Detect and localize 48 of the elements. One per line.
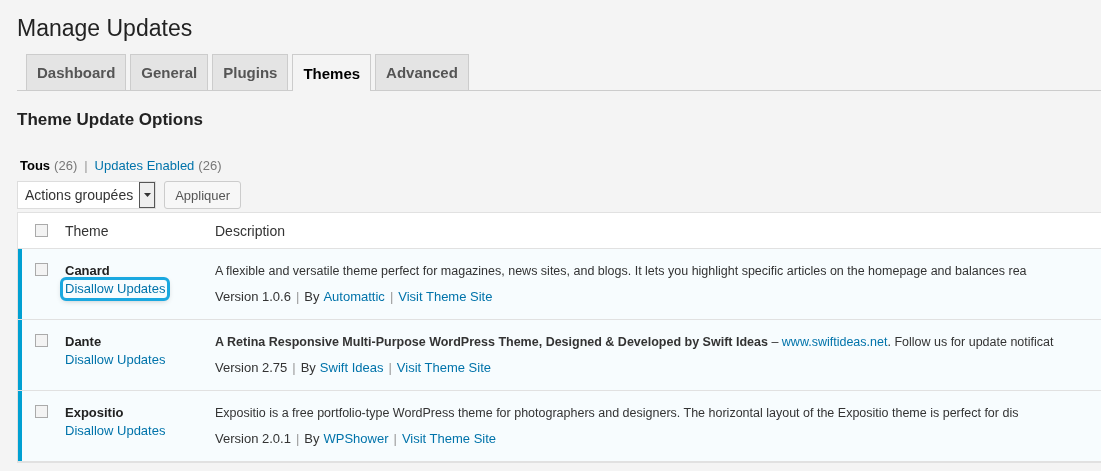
tab[interactable]: Plugins [212, 54, 289, 90]
theme-name: Expositio [65, 404, 125, 422]
filter-count: (26) [198, 157, 222, 175]
disallow-updates-link[interactable]: Disallow Updates [63, 280, 168, 298]
theme-site-link[interactable]: Visit Theme Site [396, 360, 491, 375]
theme-description: Expositio is a free portfolio-type WordPress theme for photographers and designers. The horizontal layout of the Expositio theme is perfect for dis [215, 405, 1020, 422]
page-title: Manage Updates [17, 14, 194, 43]
separator: | [389, 289, 394, 304]
apply-button[interactable]: Appliquer [164, 181, 242, 209]
tab[interactable]: Advanced [375, 54, 469, 90]
row-checkbox[interactable] [35, 263, 48, 276]
row-checkbox[interactable] [35, 334, 48, 347]
column-header: Theme [65, 222, 110, 239]
theme-site-link[interactable]: Visit Theme Site [401, 431, 497, 446]
section-title: Theme Update Options [17, 109, 205, 131]
author-link[interactable]: Swift Ideas [319, 360, 384, 375]
column-header: Description [215, 222, 287, 239]
separator: | [393, 431, 397, 446]
author-link[interactable]: WPShower [323, 431, 389, 446]
row-checkbox[interactable] [35, 405, 48, 418]
version-text: Version 2.0.1 [215, 431, 291, 446]
by-label: By [300, 360, 316, 375]
theme-description: A flexible and versatile theme perfect for magazines, news sites, and blogs. It lets you highlight specific articles on the homepage and balances rea [215, 263, 1028, 280]
theme-name: Canard [65, 262, 111, 280]
bulk-actions-dropdown[interactable]: Actions groupées [17, 181, 157, 209]
separator: | [292, 360, 296, 375]
by-label: By [304, 431, 320, 446]
disallow-updates-link[interactable]: Disallow Updates [63, 422, 168, 440]
theme-description: A Retina Responsive Multi-Purpose WordPress Theme, Designed & Developed by Swift Ideas – www.swiftideas.net. Follow us for update notificat [215, 334, 1055, 351]
version-text: Version 2.75 [215, 360, 288, 375]
separator: | [388, 360, 392, 375]
theme-name: Dante [65, 333, 103, 351]
theme-site-link[interactable]: Visit Theme Site [398, 289, 493, 304]
filter-count: (26) [54, 157, 78, 175]
tab[interactable]: Themes [292, 54, 372, 91]
version-text: Version 1.0.6 [215, 289, 291, 304]
separator: | [295, 431, 300, 446]
tab[interactable]: Dashboard [26, 54, 127, 90]
separator: | [295, 289, 300, 304]
disallow-updates-link[interactable]: Disallow Updates [63, 351, 168, 369]
author-link[interactable]: Automattic [323, 289, 385, 304]
tab[interactable]: General [130, 54, 209, 90]
separator: | [84, 157, 88, 175]
caret-icon [143, 193, 151, 197]
filter-link[interactable]: Tous [20, 156, 51, 176]
by-label: By [304, 289, 320, 304]
select-all-checkbox[interactable] [35, 224, 48, 237]
filter-link[interactable]: Updates Enabled [94, 156, 195, 176]
